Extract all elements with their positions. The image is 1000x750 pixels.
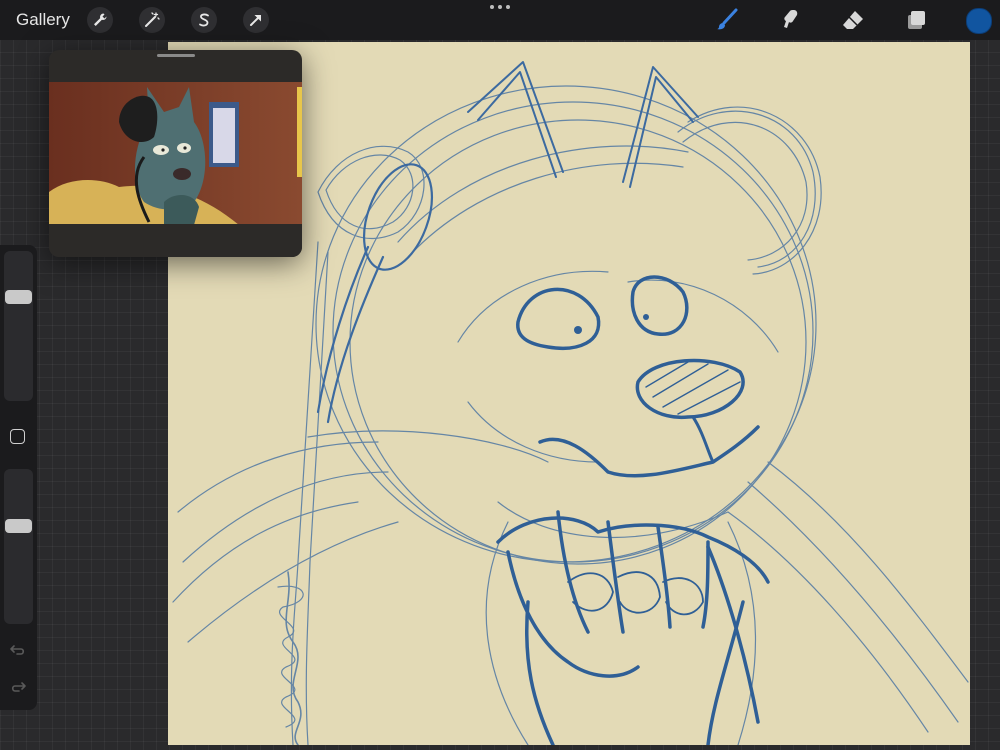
- brush-tool-button[interactable]: [713, 6, 741, 34]
- redo-button[interactable]: [8, 677, 28, 697]
- color-picker-button[interactable]: [966, 8, 992, 34]
- eraser-icon: [843, 11, 863, 29]
- brush-icon: [717, 8, 738, 30]
- smudge-icon: [784, 10, 798, 28]
- magic-wand-icon: [145, 12, 160, 27]
- more-options-icon[interactable]: [490, 5, 510, 13]
- actions-button[interactable]: [87, 7, 113, 33]
- transform-arrow-icon: [250, 15, 261, 26]
- top-toolbar: Gallery: [0, 0, 1000, 40]
- opacity-thumb[interactable]: [5, 518, 32, 533]
- selection-button[interactable]: [191, 7, 217, 33]
- undo-button[interactable]: [8, 640, 28, 660]
- eraser-tool-button[interactable]: [839, 6, 867, 34]
- redo-icon: [11, 682, 26, 692]
- wrench-icon: [94, 13, 107, 26]
- reference-drag-handle[interactable]: [157, 54, 195, 57]
- brush-size-thumb[interactable]: [5, 289, 32, 304]
- selection-s-icon: [199, 13, 209, 27]
- reference-footer: [49, 224, 302, 257]
- gallery-button[interactable]: Gallery: [16, 10, 70, 30]
- layers-icon: [908, 11, 925, 29]
- adjustments-button[interactable]: [139, 7, 165, 33]
- opacity-slider[interactable]: [4, 469, 33, 624]
- brush-size-slider[interactable]: [4, 251, 33, 401]
- layers-button[interactable]: [902, 6, 930, 34]
- smudge-tool-button[interactable]: [776, 6, 804, 34]
- modify-square-icon[interactable]: [10, 429, 25, 444]
- transform-button[interactable]: [243, 7, 269, 33]
- side-bar: [0, 245, 37, 710]
- reference-window[interactable]: [49, 50, 302, 257]
- undo-icon: [10, 645, 25, 655]
